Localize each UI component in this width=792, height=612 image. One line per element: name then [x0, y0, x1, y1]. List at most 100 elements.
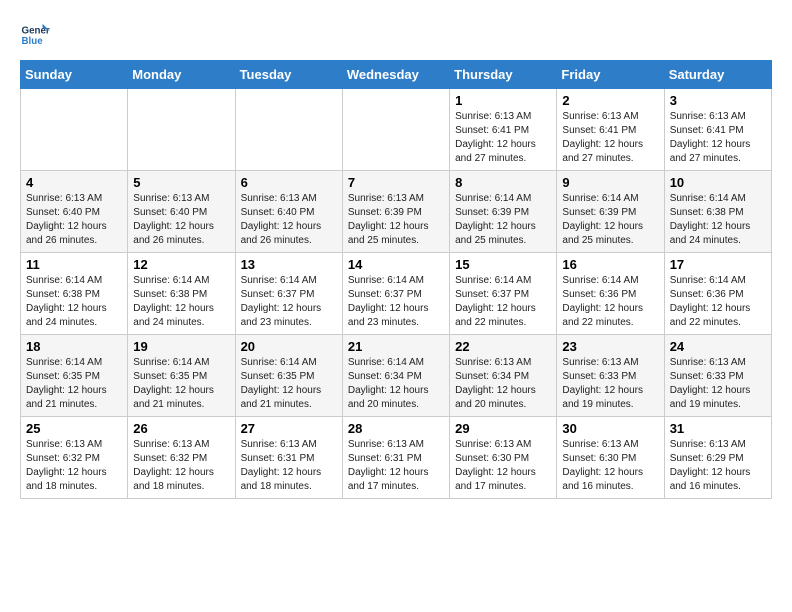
day-info: Sunrise: 6:14 AM Sunset: 6:39 PM Dayligh… — [455, 192, 551, 248]
calendar-cell: 7 Sunrise: 6:13 AM Sunset: 6:39 PM Daylig… — [342, 171, 449, 253]
day-info: Sunrise: 6:13 AM Sunset: 6:31 PM Dayligh… — [348, 438, 444, 494]
day-info: Sunrise: 6:14 AM Sunset: 6:38 PM Dayligh… — [26, 274, 122, 330]
day-number: 17 — [670, 257, 766, 272]
calendar-cell: 10 Sunrise: 6:14 AM Sunset: 6:38 PM Dayli… — [664, 171, 771, 253]
calendar-week-4: 25Sunrise: 6:13 AM Sunset: 6:32 PM Dayli… — [21, 417, 772, 499]
calendar-header-saturday: Saturday — [664, 61, 771, 89]
calendar-header-monday: Monday — [128, 61, 235, 89]
day-info: Sunrise: 6:13 AM Sunset: 6:39 PM Dayligh… — [348, 192, 444, 248]
day-number: 4 — [26, 175, 122, 190]
day-number: 6 — [241, 175, 337, 190]
day-info: Sunrise: 6:13 AM Sunset: 6:30 PM Dayligh… — [455, 438, 551, 494]
calendar-cell: 4 Sunrise: 6:13 AM Sunset: 6:40 PM Daylig… — [21, 171, 128, 253]
calendar-cell: 16 Sunrise: 6:14 AM Sunset: 6:36 PM Dayli… — [557, 253, 664, 335]
day-info: Sunrise: 6:14 AM Sunset: 6:36 PM Dayligh… — [562, 274, 658, 330]
calendar-header: SundayMondayTuesdayWednesdayThursdayFrid… — [21, 61, 772, 89]
calendar-cell: 1Sunrise: 6:13 AM Sunset: 6:41 PM Daylig… — [450, 89, 557, 171]
calendar-cell: 14Sunrise: 6:14 AM Sunset: 6:37 PM Dayli… — [342, 253, 449, 335]
day-info: Sunrise: 6:13 AM Sunset: 6:34 PM Dayligh… — [455, 356, 551, 412]
day-info: Sunrise: 6:14 AM Sunset: 6:38 PM Dayligh… — [670, 192, 766, 248]
calendar-cell — [21, 89, 128, 171]
day-number: 16 — [562, 257, 658, 272]
day-info: Sunrise: 6:13 AM Sunset: 6:32 PM Dayligh… — [133, 438, 229, 494]
calendar-cell: 27 Sunrise: 6:13 AM Sunset: 6:31 PM Dayli… — [235, 417, 342, 499]
day-info: Sunrise: 6:13 AM Sunset: 6:41 PM Dayligh… — [670, 110, 766, 166]
calendar-cell: 25Sunrise: 6:13 AM Sunset: 6:32 PM Dayli… — [21, 417, 128, 499]
calendar-cell — [235, 89, 342, 171]
day-number: 28 — [348, 421, 444, 436]
day-info: Sunrise: 6:14 AM Sunset: 6:37 PM Dayligh… — [241, 274, 337, 330]
calendar-cell: 17 Sunrise: 6:14 AM Sunset: 6:36 PM Dayli… — [664, 253, 771, 335]
calendar-cell: 5 Sunrise: 6:13 AM Sunset: 6:40 PM Daylig… — [128, 171, 235, 253]
calendar-cell: 30 Sunrise: 6:13 AM Sunset: 6:30 PM Dayli… — [557, 417, 664, 499]
day-number: 10 — [670, 175, 766, 190]
day-info: Sunrise: 6:14 AM Sunset: 6:35 PM Dayligh… — [26, 356, 122, 412]
calendar-cell: 3 Sunrise: 6:13 AM Sunset: 6:41 PM Daylig… — [664, 89, 771, 171]
day-info: Sunrise: 6:13 AM Sunset: 6:40 PM Dayligh… — [133, 192, 229, 248]
calendar-cell: 22 Sunrise: 6:13 AM Sunset: 6:34 PM Dayli… — [450, 335, 557, 417]
day-number: 9 — [562, 175, 658, 190]
calendar-cell: 19Sunrise: 6:14 AM Sunset: 6:35 PM Dayli… — [128, 335, 235, 417]
day-info: Sunrise: 6:14 AM Sunset: 6:37 PM Dayligh… — [455, 274, 551, 330]
day-number: 12 — [133, 257, 229, 272]
day-number: 29 — [455, 421, 551, 436]
day-number: 11 — [26, 257, 122, 272]
day-info: Sunrise: 6:14 AM Sunset: 6:35 PM Dayligh… — [241, 356, 337, 412]
calendar-cell: 21Sunrise: 6:14 AM Sunset: 6:34 PM Dayli… — [342, 335, 449, 417]
calendar-cell — [128, 89, 235, 171]
day-number: 8 — [455, 175, 551, 190]
calendar-cell: 9 Sunrise: 6:14 AM Sunset: 6:39 PM Daylig… — [557, 171, 664, 253]
calendar-cell: 26 Sunrise: 6:13 AM Sunset: 6:32 PM Dayli… — [128, 417, 235, 499]
day-info: Sunrise: 6:14 AM Sunset: 6:35 PM Dayligh… — [133, 356, 229, 412]
day-number: 13 — [241, 257, 337, 272]
day-info: Sunrise: 6:14 AM Sunset: 6:36 PM Dayligh… — [670, 274, 766, 330]
calendar-cell: 13 Sunrise: 6:14 AM Sunset: 6:37 PM Dayli… — [235, 253, 342, 335]
logo: General Blue — [20, 20, 54, 50]
day-number: 30 — [562, 421, 658, 436]
calendar-header-friday: Friday — [557, 61, 664, 89]
day-number: 20 — [241, 339, 337, 354]
calendar-cell: 2 Sunrise: 6:13 AM Sunset: 6:41 PM Daylig… — [557, 89, 664, 171]
day-number: 7 — [348, 175, 444, 190]
calendar-cell: 31Sunrise: 6:13 AM Sunset: 6:29 PM Dayli… — [664, 417, 771, 499]
calendar-week-2: 11 Sunrise: 6:14 AM Sunset: 6:38 PM Dayli… — [21, 253, 772, 335]
day-info: Sunrise: 6:13 AM Sunset: 6:40 PM Dayligh… — [241, 192, 337, 248]
day-number: 27 — [241, 421, 337, 436]
page-header: General Blue — [20, 20, 772, 50]
day-number: 15 — [455, 257, 551, 272]
calendar-cell: 12 Sunrise: 6:14 AM Sunset: 6:38 PM Dayli… — [128, 253, 235, 335]
calendar-cell: 15 Sunrise: 6:14 AM Sunset: 6:37 PM Dayli… — [450, 253, 557, 335]
calendar-header-sunday: Sunday — [21, 61, 128, 89]
calendar-header-tuesday: Tuesday — [235, 61, 342, 89]
calendar-cell: 24Sunrise: 6:13 AM Sunset: 6:33 PM Dayli… — [664, 335, 771, 417]
day-info: Sunrise: 6:13 AM Sunset: 6:40 PM Dayligh… — [26, 192, 122, 248]
day-info: Sunrise: 6:13 AM Sunset: 6:41 PM Dayligh… — [562, 110, 658, 166]
calendar-week-0: 1 Sunrise: 6:13 AM Sunset: 6:41 PM Daylig… — [21, 89, 772, 171]
svg-text:Blue: Blue — [22, 36, 44, 47]
day-info: Sunrise: 6:13 AM Sunset: 6:33 PM Dayligh… — [562, 356, 658, 412]
day-number: 22 — [455, 339, 551, 354]
day-number: 3 — [670, 93, 766, 108]
day-info: Sunrise: 6:13 AM Sunset: 6:31 PM Dayligh… — [241, 438, 337, 494]
day-number: 5 — [133, 175, 229, 190]
calendar-cell: 18 Sunrise: 6:14 AM Sunset: 6:35 PM Dayli… — [21, 335, 128, 417]
day-info: Sunrise: 6:14 AM Sunset: 6:39 PM Dayligh… — [562, 192, 658, 248]
day-info: Sunrise: 6:14 AM Sunset: 6:38 PM Dayligh… — [133, 274, 229, 330]
day-number: 1 — [455, 93, 551, 108]
day-number: 21 — [348, 339, 444, 354]
day-number: 26 — [133, 421, 229, 436]
calendar-week-3: 18 Sunrise: 6:14 AM Sunset: 6:35 PM Dayli… — [21, 335, 772, 417]
day-info: Sunrise: 6:13 AM Sunset: 6:30 PM Dayligh… — [562, 438, 658, 494]
calendar-cell: 20 Sunrise: 6:14 AM Sunset: 6:35 PM Dayli… — [235, 335, 342, 417]
calendar-week-1: 4 Sunrise: 6:13 AM Sunset: 6:40 PM Daylig… — [21, 171, 772, 253]
day-number: 18 — [26, 339, 122, 354]
logo-icon: General Blue — [20, 20, 50, 50]
calendar-cell: 28 Sunrise: 6:13 AM Sunset: 6:31 PM Dayli… — [342, 417, 449, 499]
day-info: Sunrise: 6:14 AM Sunset: 6:37 PM Dayligh… — [348, 274, 444, 330]
calendar-cell: 29 Sunrise: 6:13 AM Sunset: 6:30 PM Dayli… — [450, 417, 557, 499]
calendar-cell: 11 Sunrise: 6:14 AM Sunset: 6:38 PM Dayli… — [21, 253, 128, 335]
day-info: Sunrise: 6:13 AM Sunset: 6:29 PM Dayligh… — [670, 438, 766, 494]
day-number: 2 — [562, 93, 658, 108]
calendar-table: SundayMondayTuesdayWednesdayThursdayFrid… — [20, 60, 772, 499]
calendar-cell: 8 Sunrise: 6:14 AM Sunset: 6:39 PM Daylig… — [450, 171, 557, 253]
